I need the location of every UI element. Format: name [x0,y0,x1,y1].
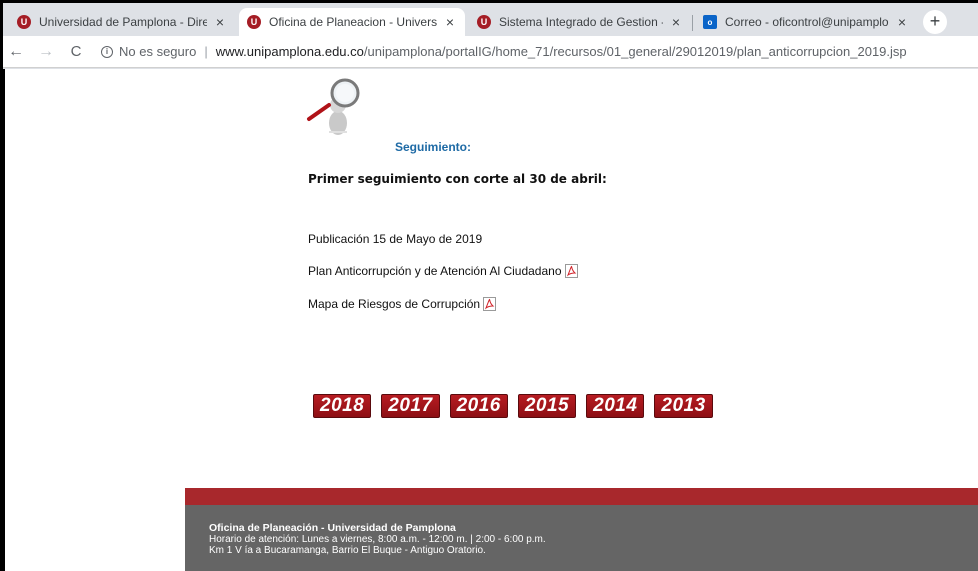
close-icon[interactable]: × [669,14,683,30]
tab-separator [692,15,693,31]
new-tab-button[interactable]: + [923,10,947,34]
footer-red-band [185,488,978,505]
tab-correo[interactable]: o Correo - oficontrol@unipamplon × [695,8,917,36]
year-button-2013[interactable]: 2013 [654,394,713,418]
year-button-2017[interactable]: 2017 [381,394,440,418]
seguimiento-title: Seguimiento: [395,140,472,154]
publicacion-text: Publicación 15 de Mayo de 2019 [308,232,483,246]
tab-title: Sistema Integrado de Gestion - U [499,15,663,29]
url-path: /unipamplona/portalIG/home_71/recursos/0… [363,44,907,59]
close-icon[interactable]: × [443,14,457,30]
address-separator: | [204,44,208,59]
close-icon[interactable]: × [895,14,909,30]
pdf-icon[interactable] [564,264,578,278]
info-icon[interactable]: i [101,45,113,58]
page-left-border [3,69,5,571]
back-arrow-icon[interactable]: ← [5,43,27,61]
reload-icon[interactable]: C [65,43,87,60]
university-favicon-icon: U [477,15,491,29]
forward-arrow-icon[interactable]: → [35,43,57,61]
tab-strip: U Universidad de Pamplona - Direc × U Of… [3,3,978,36]
browser-window: U Universidad de Pamplona - Direc × U Of… [3,3,978,571]
security-label: No es seguro [119,44,197,59]
tab-title: Oficina de Planeacion - Universid [269,15,437,29]
year-button-2014[interactable]: 2014 [586,394,645,418]
plan-link-text[interactable]: Plan Anticorrupción y de Atención Al Ciu… [308,264,562,278]
tab-oficina-planeacion[interactable]: U Oficina de Planeacion - Universid × [239,8,465,36]
university-favicon-icon: U [247,15,261,29]
close-icon[interactable]: × [213,14,227,30]
footer-hours: Horario de atención: Lunes a viernes, 8:… [209,534,546,545]
browser-toolbar: ← → C i No es seguro | www.unipamplona.e… [3,36,978,68]
year-buttons: 2018 2017 2016 2015 2014 2013 [313,394,713,418]
primer-seguimiento-heading: Primer seguimiento con corte al 30 de ab… [308,172,607,186]
tab-title: Correo - oficontrol@unipamplon [725,15,889,29]
year-button-2016[interactable]: 2016 [449,394,508,418]
footer-title: Oficina de Planeación - Universidad de P… [209,522,456,534]
publicacion-date: Publicación 15 de Mayo de 2019 [308,232,482,246]
magnifier-figure-icon [307,78,360,135]
page-content: Seguimiento: Primer seguimiento con cort… [3,69,978,571]
outlook-favicon-icon: o [703,15,717,29]
tab-sistema-integrado[interactable]: U Sistema Integrado de Gestion - U × [469,8,691,36]
year-button-2015[interactable]: 2015 [517,394,577,418]
year-button-2018[interactable]: 2018 [313,394,372,418]
footer: Oficina de Planeación - Universidad de P… [185,505,978,571]
tab-universidad[interactable]: U Universidad de Pamplona - Direc × [9,8,235,36]
mapa-riesgos-link[interactable]: Mapa de Riesgos de Corrupción [308,297,497,311]
footer-address: Km 1 V ía a Bucaramanga, Barrio El Buque… [209,545,486,556]
tab-title: Universidad de Pamplona - Direc [39,15,207,29]
mapa-link-text[interactable]: Mapa de Riesgos de Corrupción [308,297,480,311]
plan-anticorrupcion-link[interactable]: Plan Anticorrupción y de Atención Al Ciu… [308,264,578,278]
university-favicon-icon: U [17,15,31,29]
pdf-icon[interactable] [483,297,497,311]
url-domain: www.unipamplona.edu.co [215,44,364,59]
address-bar[interactable]: i No es seguro | www.unipamplona.edu.co /… [101,44,907,59]
